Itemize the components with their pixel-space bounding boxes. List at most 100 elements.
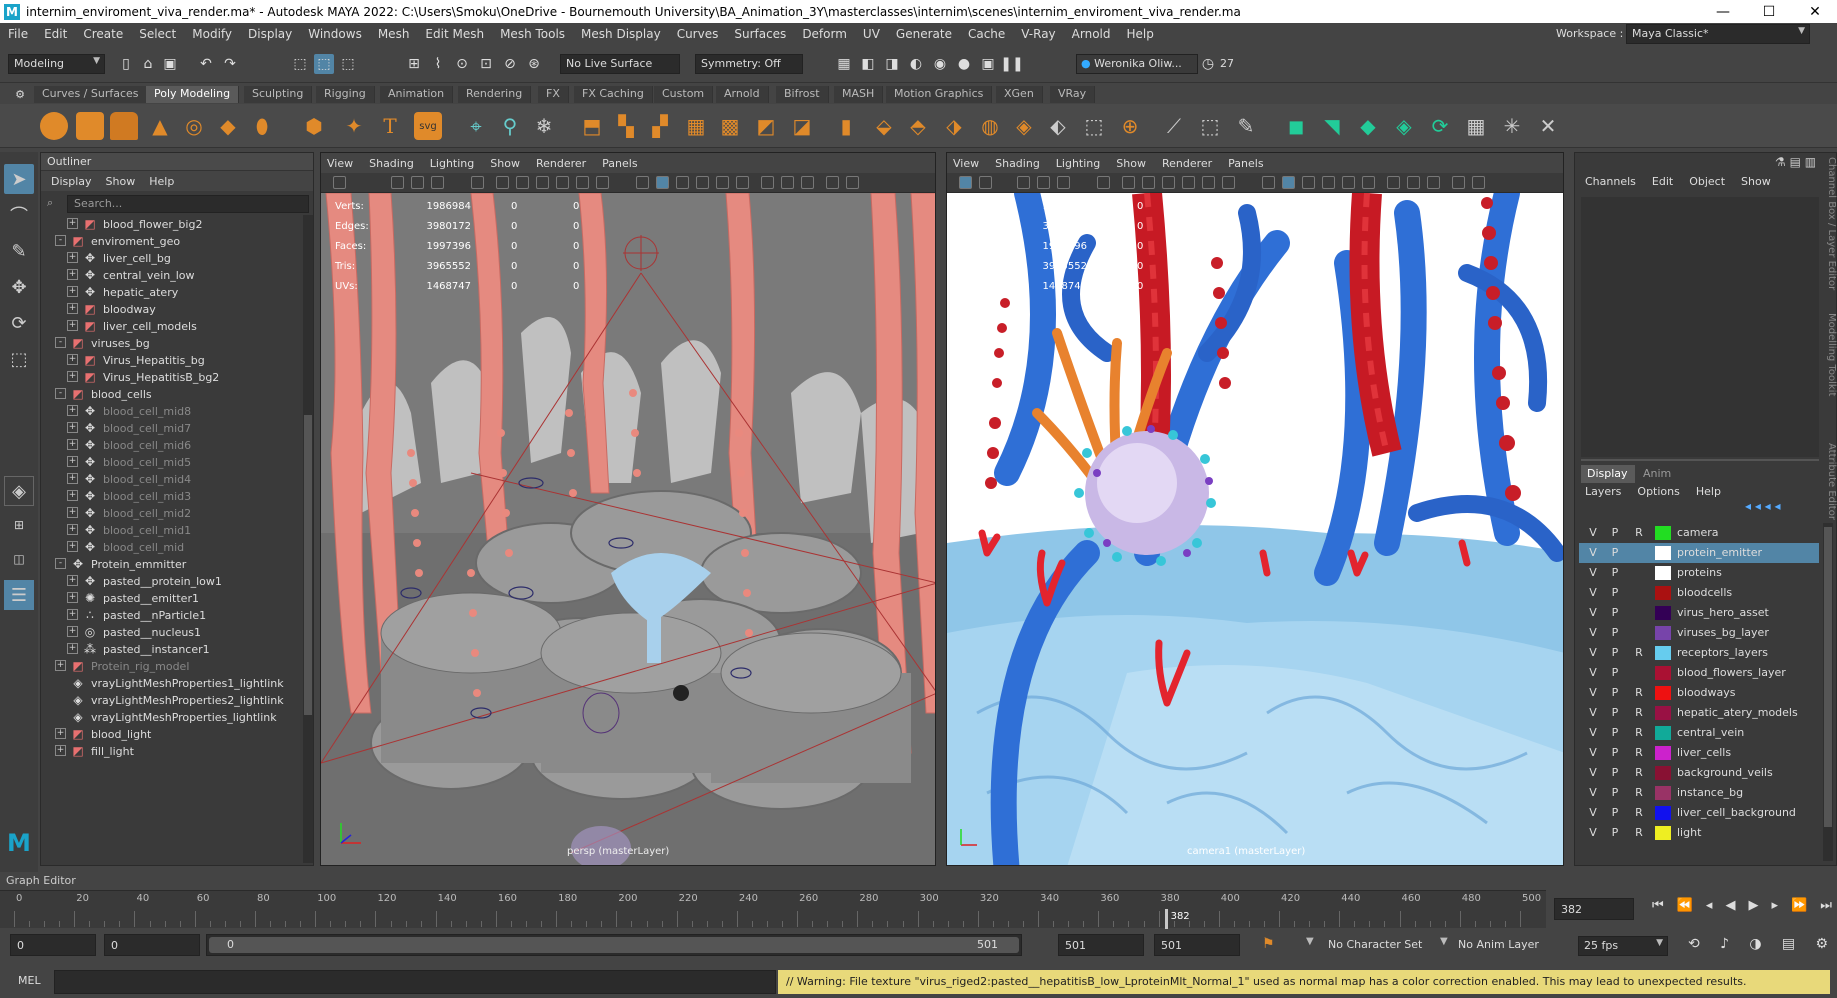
poly-plane-icon[interactable]: ◆ xyxy=(214,112,242,140)
persp-menu-shading[interactable]: Shading xyxy=(369,157,414,170)
two-d-pan-icon[interactable] xyxy=(1037,176,1050,189)
layer-color-swatch[interactable] xyxy=(1655,726,1671,740)
textured-icon[interactable] xyxy=(696,176,709,189)
expand-icon[interactable]: + xyxy=(67,422,78,433)
cache-icon[interactable]: ▤ xyxy=(1782,936,1795,952)
layer-playback-toggle[interactable]: P xyxy=(1607,646,1623,659)
layer-reference-toggle[interactable]: R xyxy=(1631,686,1647,699)
outliner-menu-display[interactable]: Display xyxy=(51,175,92,188)
layer-reference-toggle[interactable]: R xyxy=(1631,706,1647,719)
expand-icon[interactable]: + xyxy=(67,490,78,501)
smooth-icon[interactable]: ❄ xyxy=(530,112,558,140)
graph-editor-label[interactable]: Graph Editor xyxy=(0,872,1837,890)
snap-view-icon[interactable]: ⊡ xyxy=(476,54,496,74)
persp-menu-lighting[interactable]: Lighting xyxy=(430,157,474,170)
single-view-icon[interactable]: ◈ xyxy=(4,476,34,506)
bookmark-icon[interactable] xyxy=(979,176,992,189)
character-set-chevron-icon[interactable]: ▼ xyxy=(1306,936,1314,947)
sound-icon[interactable]: ♪ xyxy=(1720,936,1729,952)
wireframe-on-shaded-icon[interactable] xyxy=(1302,176,1315,189)
layer-reference-toggle[interactable]: R xyxy=(1631,646,1647,659)
uv-editor-icon[interactable]: ⬚ xyxy=(1196,112,1224,140)
safe-title-icon[interactable] xyxy=(1222,176,1235,189)
scale-tool-icon[interactable]: ⬚ xyxy=(4,344,34,374)
menu-windows[interactable]: Windows xyxy=(300,27,370,41)
expand-icon[interactable]: + xyxy=(67,507,78,518)
platonic-solid-icon[interactable]: ⬢ xyxy=(300,112,328,140)
depth-of-field-icon[interactable] xyxy=(1427,176,1440,189)
anim-layer-chevron-icon[interactable]: ▼ xyxy=(1440,936,1448,947)
outliner-view-icon[interactable]: ☰ xyxy=(4,580,34,610)
shelf-tab-arnold[interactable]: Arnold xyxy=(716,86,769,103)
layer-visibility-toggle[interactable]: V xyxy=(1585,726,1601,739)
expand-icon[interactable]: + xyxy=(67,269,78,280)
layer-playback-toggle[interactable]: P xyxy=(1607,686,1623,699)
antialiasing-icon[interactable] xyxy=(781,176,794,189)
grid-toggle-icon[interactable] xyxy=(1122,176,1135,189)
shelf-tab-xgen[interactable]: XGen xyxy=(996,86,1043,103)
expand-icon[interactable]: + xyxy=(67,320,78,331)
quad-draw-icon[interactable]: ⬗ xyxy=(940,112,968,140)
shelf-tab-bifrost[interactable]: Bifrost xyxy=(776,86,829,103)
layer-color-swatch[interactable] xyxy=(1655,546,1671,560)
combine-icon[interactable]: ⌖ xyxy=(462,112,490,140)
layer-playback-toggle[interactable]: P xyxy=(1607,706,1623,719)
range-slider[interactable]: 0 501 xyxy=(206,934,1022,956)
textured-icon[interactable] xyxy=(1322,176,1335,189)
menu-mesh[interactable]: Mesh xyxy=(370,27,418,41)
display-layer-row[interactable]: V P Rbackground_veils xyxy=(1579,763,1819,783)
connect-icon[interactable]: ⬘ xyxy=(904,112,932,140)
minimize-button[interactable]: — xyxy=(1700,0,1746,23)
persp-menu-show[interactable]: Show xyxy=(490,157,520,170)
poly-type-icon[interactable]: T xyxy=(376,112,404,140)
redo-icon[interactable]: ↷ xyxy=(220,54,240,74)
expand-icon[interactable]: + xyxy=(67,643,78,654)
camera-attributes-icon[interactable] xyxy=(959,176,972,189)
layer-playback-toggle[interactable]: P xyxy=(1607,526,1623,539)
poly-svg-icon[interactable]: svg xyxy=(414,112,442,140)
new-scene-icon[interactable]: ▯ xyxy=(116,54,136,74)
animation-start-field[interactable]: 0 xyxy=(10,934,96,956)
layer-playback-toggle[interactable]: P xyxy=(1607,746,1623,759)
layer-reference-toggle[interactable]: R xyxy=(1631,726,1647,739)
select-tool-icon[interactable]: ➤ xyxy=(4,164,34,194)
viewport-persp[interactable]: View Shading Lighting Show Renderer Pane… xyxy=(320,152,936,866)
two-view-icon[interactable]: ◫ xyxy=(4,544,34,574)
menu-arnold[interactable]: Arnold xyxy=(1064,27,1119,41)
layer-color-swatch[interactable] xyxy=(1655,786,1671,800)
select-object-icon[interactable]: ⬚ xyxy=(314,54,334,74)
move-tool-icon[interactable]: ✥ xyxy=(4,272,34,302)
shelf-tab-motion-graphics[interactable]: Motion Graphics xyxy=(886,86,993,103)
separate-icon[interactable]: ⚲ xyxy=(496,112,524,140)
smooth-shade-icon[interactable] xyxy=(656,176,669,189)
play-forward-icon[interactable]: ▶ xyxy=(1748,898,1758,920)
display-layer-row[interactable]: V P Rlight xyxy=(1579,823,1819,843)
layer-scrollbar[interactable] xyxy=(1823,523,1833,861)
menu-curves[interactable]: Curves xyxy=(669,27,727,41)
layer-reference-toggle[interactable]: R xyxy=(1631,526,1647,539)
menu-edit[interactable]: Edit xyxy=(36,27,75,41)
maximize-button[interactable]: ☐ xyxy=(1746,0,1792,23)
playback-end-field[interactable]: 501 xyxy=(1058,934,1144,956)
bridge-icon[interactable]: ▚ xyxy=(612,112,640,140)
layer-visibility-toggle[interactable]: V xyxy=(1585,706,1601,719)
menu-select[interactable]: Select xyxy=(131,27,184,41)
display-layer-row[interactable]: V P Rinstance_bg xyxy=(1579,783,1819,803)
super-shape-icon[interactable]: ✦ xyxy=(340,112,368,140)
layer-color-swatch[interactable] xyxy=(1655,806,1671,820)
gate-mask-icon[interactable] xyxy=(1162,176,1175,189)
bevel-icon[interactable]: ▞ xyxy=(646,112,674,140)
expand-icon[interactable]: + xyxy=(67,626,78,637)
layer-scroll-thumb[interactable] xyxy=(1824,527,1832,827)
menu-mesh-display[interactable]: Mesh Display xyxy=(573,27,669,41)
menu-mesh-tools[interactable]: Mesh Tools xyxy=(492,27,573,41)
outliner-menu-show[interactable]: Show xyxy=(106,175,136,188)
sculpt-tool-icon[interactable]: ⟋ xyxy=(1160,112,1188,140)
bookmark-icon[interactable] xyxy=(391,176,404,189)
step-back-frame-icon[interactable]: ◂ xyxy=(1706,898,1713,920)
four-view-icon[interactable]: ⊞ xyxy=(4,510,34,540)
current-frame-field[interactable]: 382 xyxy=(1554,898,1634,920)
layer-reference-toggle[interactable]: R xyxy=(1631,746,1647,759)
step-forward-frame-icon[interactable]: ▸ xyxy=(1772,898,1779,920)
layer-visibility-toggle[interactable]: V xyxy=(1585,746,1601,759)
